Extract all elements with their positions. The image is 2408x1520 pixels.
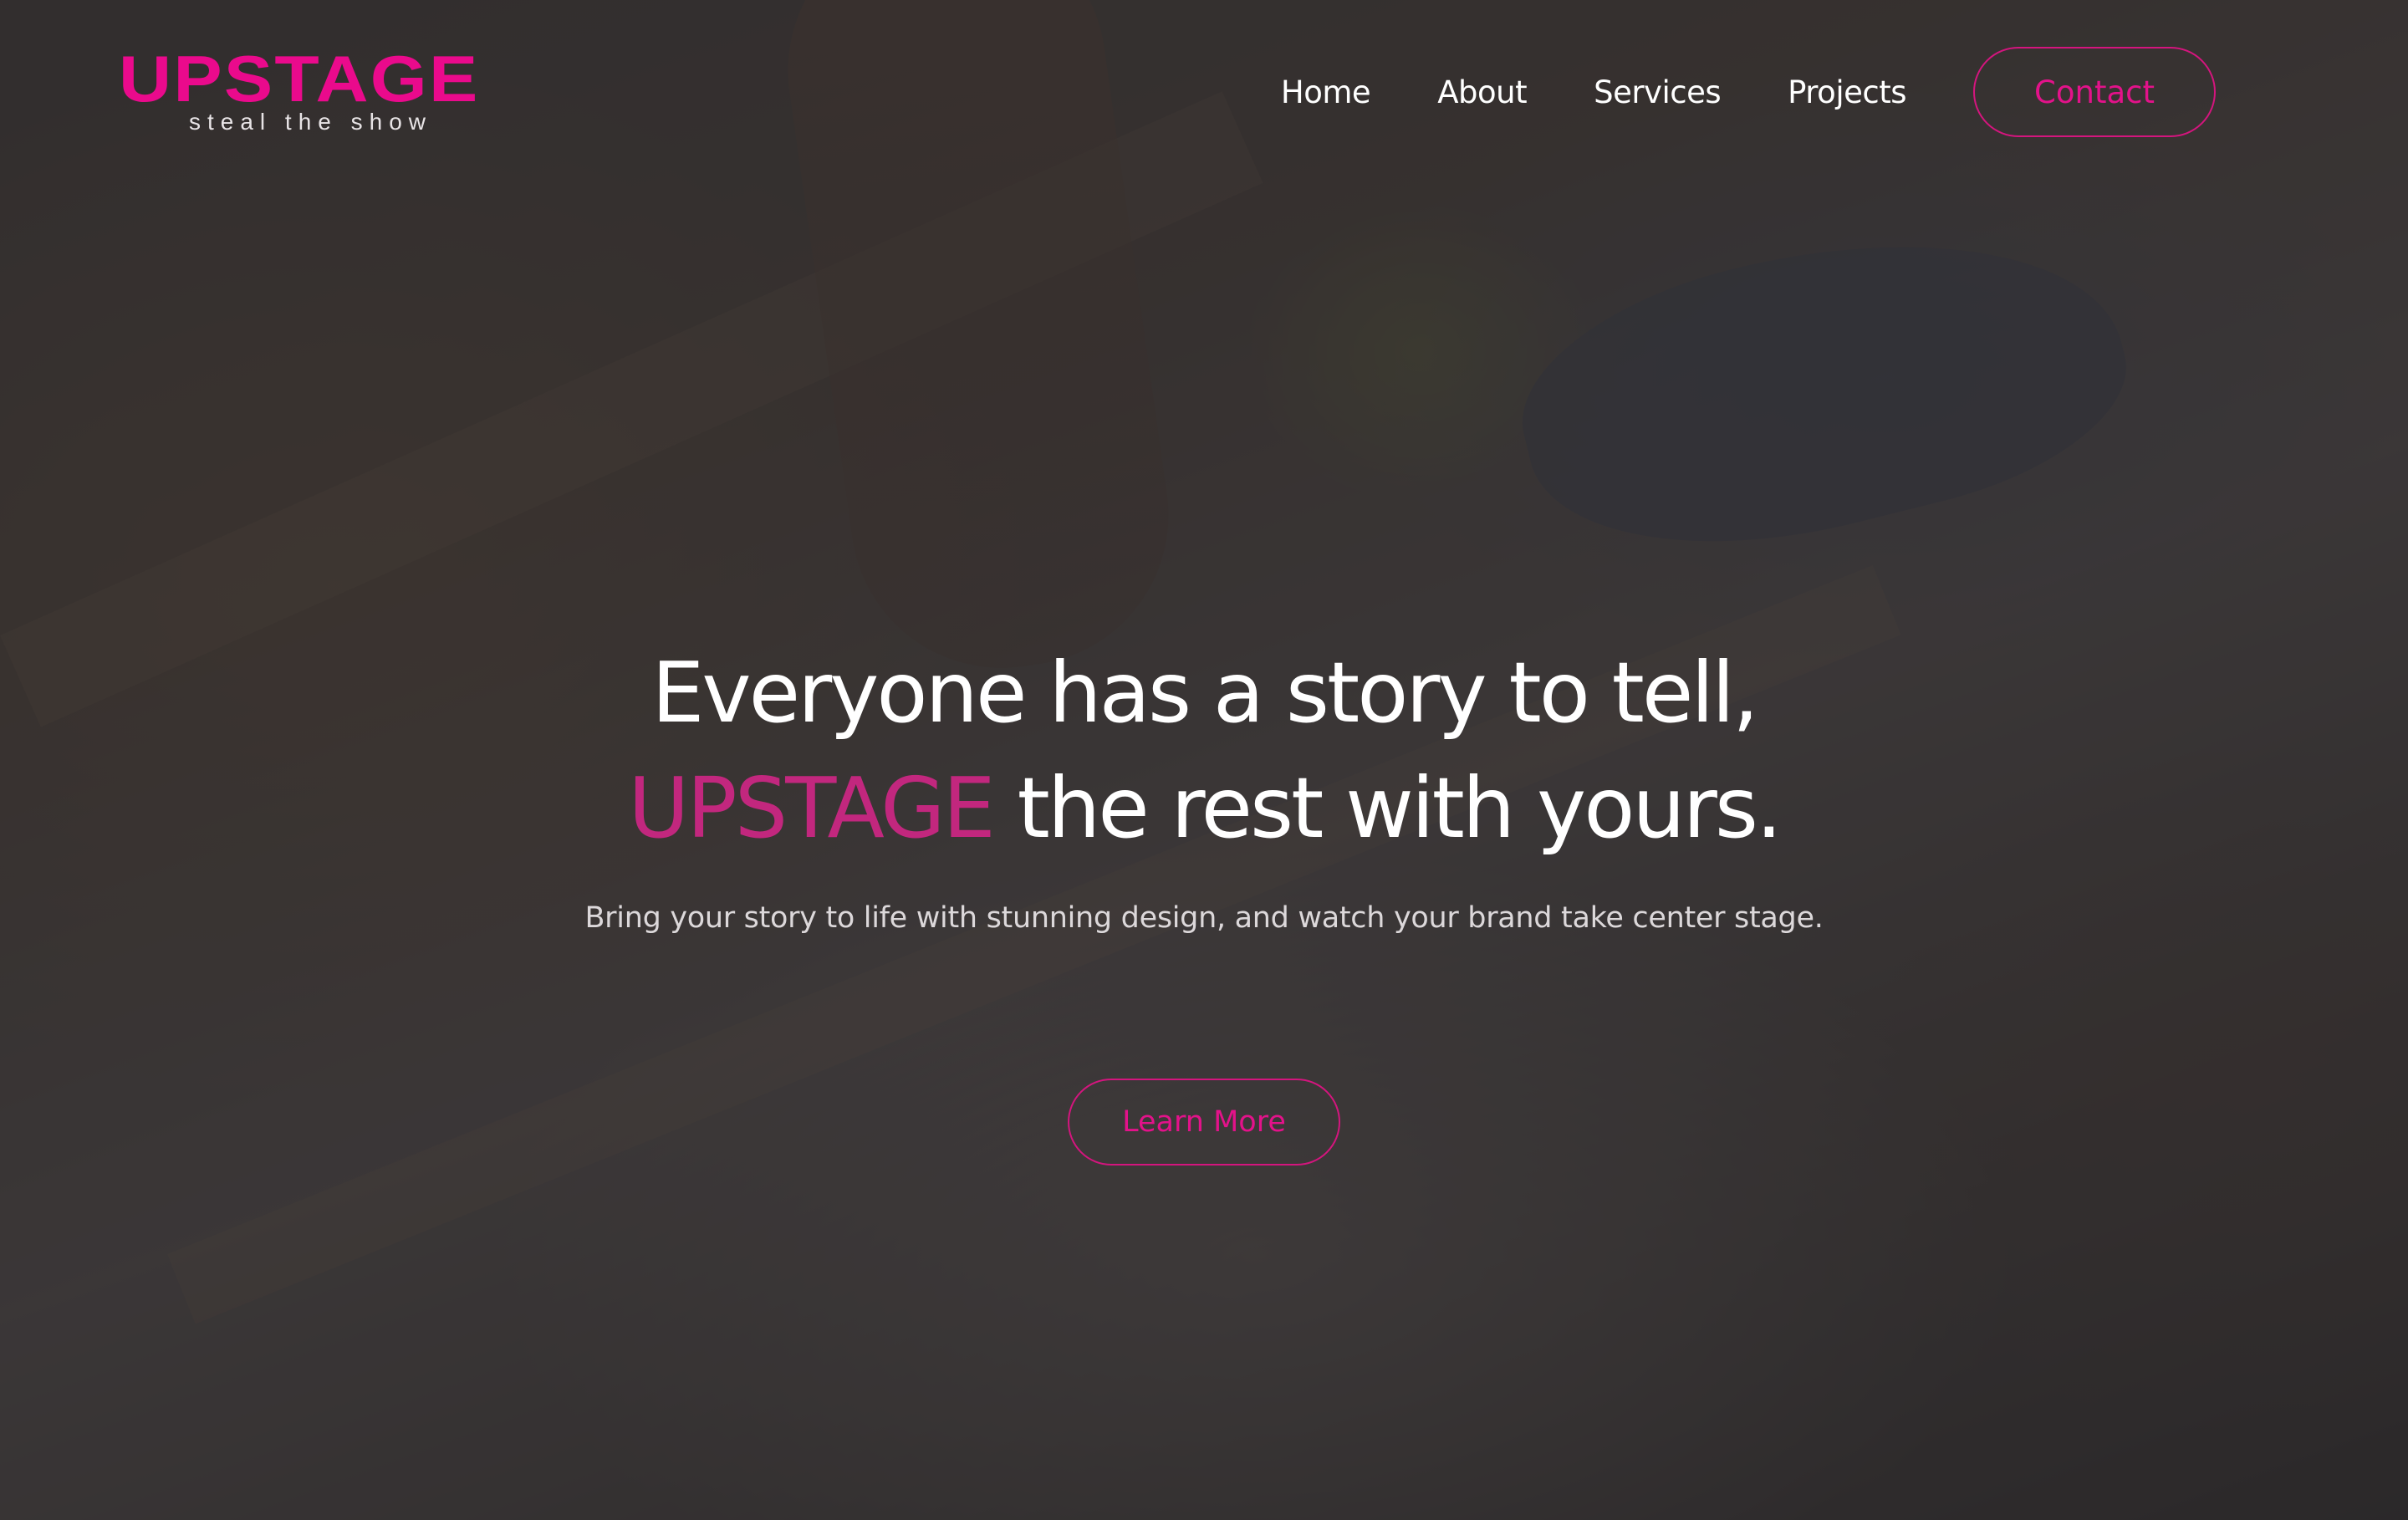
hero-subheadline: Bring your story to life with stunning d… (584, 901, 1824, 935)
site-header: UPSTAGE steal the show Home About Servic… (0, 0, 2408, 184)
learn-more-button[interactable]: Learn More (1068, 1079, 1340, 1166)
headline-line-2: the rest with yours. (992, 759, 1783, 857)
nav-item-about[interactable]: About (1437, 74, 1527, 110)
main-navigation: Home About Services Projects Contact (1281, 47, 2216, 137)
nav-item-home[interactable]: Home (1281, 74, 1371, 110)
headline-line-1: Everyone has a story to tell, (651, 644, 1758, 742)
contact-button[interactable]: Contact (1973, 47, 2216, 137)
logo-wordmark: UPSTAGE (119, 42, 480, 115)
nav-item-services[interactable]: Services (1594, 74, 1722, 110)
brand-logo[interactable]: UPSTAGE steal the show (119, 46, 478, 135)
nav-item-projects[interactable]: Projects (1788, 74, 1906, 110)
headline-accent-brand: UPSTAGE (628, 759, 996, 857)
hero-headline: Everyone has a story to tell, UPSTAGE th… (0, 635, 2408, 866)
hero-section: UPSTAGE steal the show Home About Servic… (0, 0, 2408, 1520)
hero-content: Everyone has a story to tell, UPSTAGE th… (0, 635, 2408, 1166)
